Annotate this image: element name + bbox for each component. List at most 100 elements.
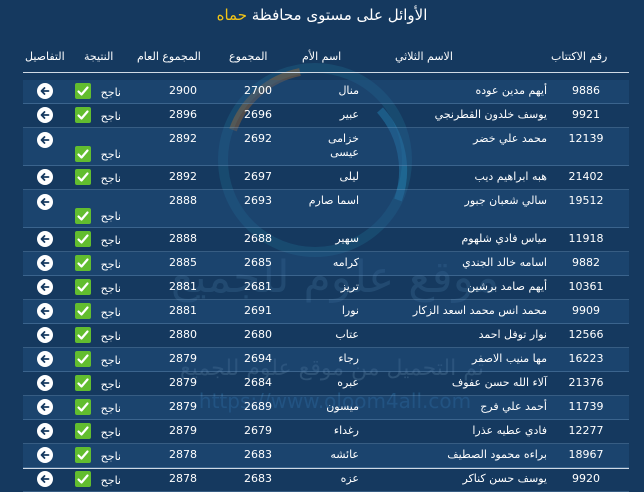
row-mother: سهير (335, 232, 359, 245)
row-total: 2683 (244, 472, 272, 485)
footer-divider (23, 468, 629, 469)
row-total: 2683 (244, 448, 272, 461)
details-arrow-icon[interactable] (37, 351, 53, 367)
row-result: ناجح (100, 172, 121, 185)
row-result: ناجح (100, 258, 121, 271)
details-arrow-icon[interactable] (37, 194, 53, 210)
table-row: 9909 محمد انس محمد اسعد الزكار نورا 2691 288… (23, 300, 629, 324)
results-table: 9886 أيهم مدين عوده منال 2700 2900 ناجح 9921 يو… (23, 80, 629, 492)
row-number: 12277 (568, 424, 604, 437)
row-result: ناجح (100, 110, 121, 123)
row-mother: ميسون (326, 400, 359, 413)
row-name: أيهم مدين عوده (475, 84, 547, 97)
details-arrow-icon[interactable] (37, 375, 53, 391)
row-total: 2697 (244, 170, 272, 183)
row-mother: رغداء (333, 424, 359, 437)
results-page: موقع علوم للجميع تم التحميل من موقع علوم… (0, 0, 644, 492)
row-result: ناجح (100, 450, 121, 463)
row-number: 21376 (568, 376, 604, 389)
row-mother: عزه (340, 472, 359, 485)
row-number: 19512 (568, 194, 604, 207)
row-grand-total: 2885 (169, 256, 197, 269)
row-grand-total: 2880 (169, 328, 197, 341)
table-row: 21402 هبه ابراهيم ديب ليلى 2697 2892 ناجح (23, 166, 629, 190)
row-result: ناجح (100, 402, 121, 415)
details-arrow-icon[interactable] (37, 132, 53, 148)
row-mother: عائشه (330, 448, 359, 461)
row-total: 2681 (244, 280, 272, 293)
row-number: 9920 (572, 472, 600, 485)
row-number: 16223 (568, 352, 604, 365)
table-row: 10361 أيهم صامد برشين تريز 2681 2881 ناجح (23, 276, 629, 300)
row-grand-total: 2896 (169, 108, 197, 121)
row-grand-total: 2879 (169, 424, 197, 437)
row-name: يوسف خلدون القطرنجي (434, 108, 547, 121)
check-icon (75, 447, 91, 463)
details-arrow-icon[interactable] (37, 399, 53, 415)
check-icon (75, 279, 91, 295)
details-arrow-icon[interactable] (37, 471, 53, 487)
details-arrow-icon[interactable] (37, 279, 53, 295)
row-total: 2680 (244, 328, 272, 341)
title-city: حماه (216, 6, 247, 24)
row-result: ناجح (100, 86, 121, 99)
row-mother: رجاء (338, 352, 359, 365)
row-result: ناجح (100, 474, 121, 487)
details-arrow-icon[interactable] (37, 423, 53, 439)
check-icon (75, 83, 91, 99)
row-number: 9882 (572, 256, 600, 269)
row-mother: كرامه (332, 256, 359, 269)
row-grand-total: 2878 (169, 448, 197, 461)
row-mother: عبير (339, 108, 359, 121)
header-divider (23, 72, 629, 73)
header-details: التفاصيل (25, 50, 65, 63)
table-row: 12566 نوار توفل احمد عتاب 2680 2880 ناجح (23, 324, 629, 348)
row-grand-total: 2879 (169, 376, 197, 389)
check-icon (75, 399, 91, 415)
row-grand-total: 2900 (169, 84, 197, 97)
row-name: آلاء الله حسن عفوف (451, 376, 547, 389)
header-name: الاسم الثلاثي (395, 50, 453, 63)
details-arrow-icon[interactable] (37, 83, 53, 99)
row-number: 11918 (568, 232, 604, 245)
details-arrow-icon[interactable] (37, 107, 53, 123)
row-name: اسامه خالد الجندي (462, 256, 547, 269)
check-icon (75, 169, 91, 185)
row-number: 11739 (568, 400, 604, 413)
check-icon (75, 351, 91, 367)
row-grand-total: 2892 (169, 132, 197, 145)
details-arrow-icon[interactable] (37, 255, 53, 271)
check-icon (75, 146, 91, 162)
row-grand-total: 2888 (169, 194, 197, 207)
row-mother: ليلى (339, 170, 359, 183)
details-arrow-icon[interactable] (37, 327, 53, 343)
header-total: المجموع (229, 50, 268, 63)
check-icon (75, 327, 91, 343)
row-number: 21402 (568, 170, 604, 183)
details-arrow-icon[interactable] (37, 447, 53, 463)
check-icon (75, 255, 91, 271)
row-name: براءه محمود الصطيف (447, 448, 547, 461)
row-total: 2679 (244, 424, 272, 437)
row-number: 9921 (572, 108, 600, 121)
row-result: ناجح (100, 306, 121, 319)
row-mother: اسما صارم (308, 194, 359, 207)
table-row: 9920 يوسف حسن كناكر عزه 2683 2878 ناجح (23, 468, 629, 492)
details-arrow-icon[interactable] (37, 231, 53, 247)
table-row: 9886 أيهم مدين عوده منال 2700 2900 ناجح (23, 80, 629, 104)
table-row: 9921 يوسف خلدون القطرنجي عبير 2696 2896 ناجح (23, 104, 629, 128)
details-arrow-icon[interactable] (37, 303, 53, 319)
row-grand-total: 2892 (169, 170, 197, 183)
row-total: 2688 (244, 232, 272, 245)
row-grand-total: 2881 (169, 304, 197, 317)
row-total: 2691 (244, 304, 272, 317)
row-total: 2689 (244, 400, 272, 413)
row-result: ناجح (100, 234, 121, 247)
check-icon (75, 208, 91, 224)
details-arrow-icon[interactable] (37, 169, 53, 185)
header-mother: اسم الأم (302, 50, 342, 63)
row-result: ناجح (100, 282, 121, 295)
row-total: 2696 (244, 108, 272, 121)
row-name: يوسف حسن كناكر (462, 472, 547, 485)
table-row: 18967 براءه محمود الصطيف عائشه 2683 2878 ناجح (23, 444, 629, 468)
